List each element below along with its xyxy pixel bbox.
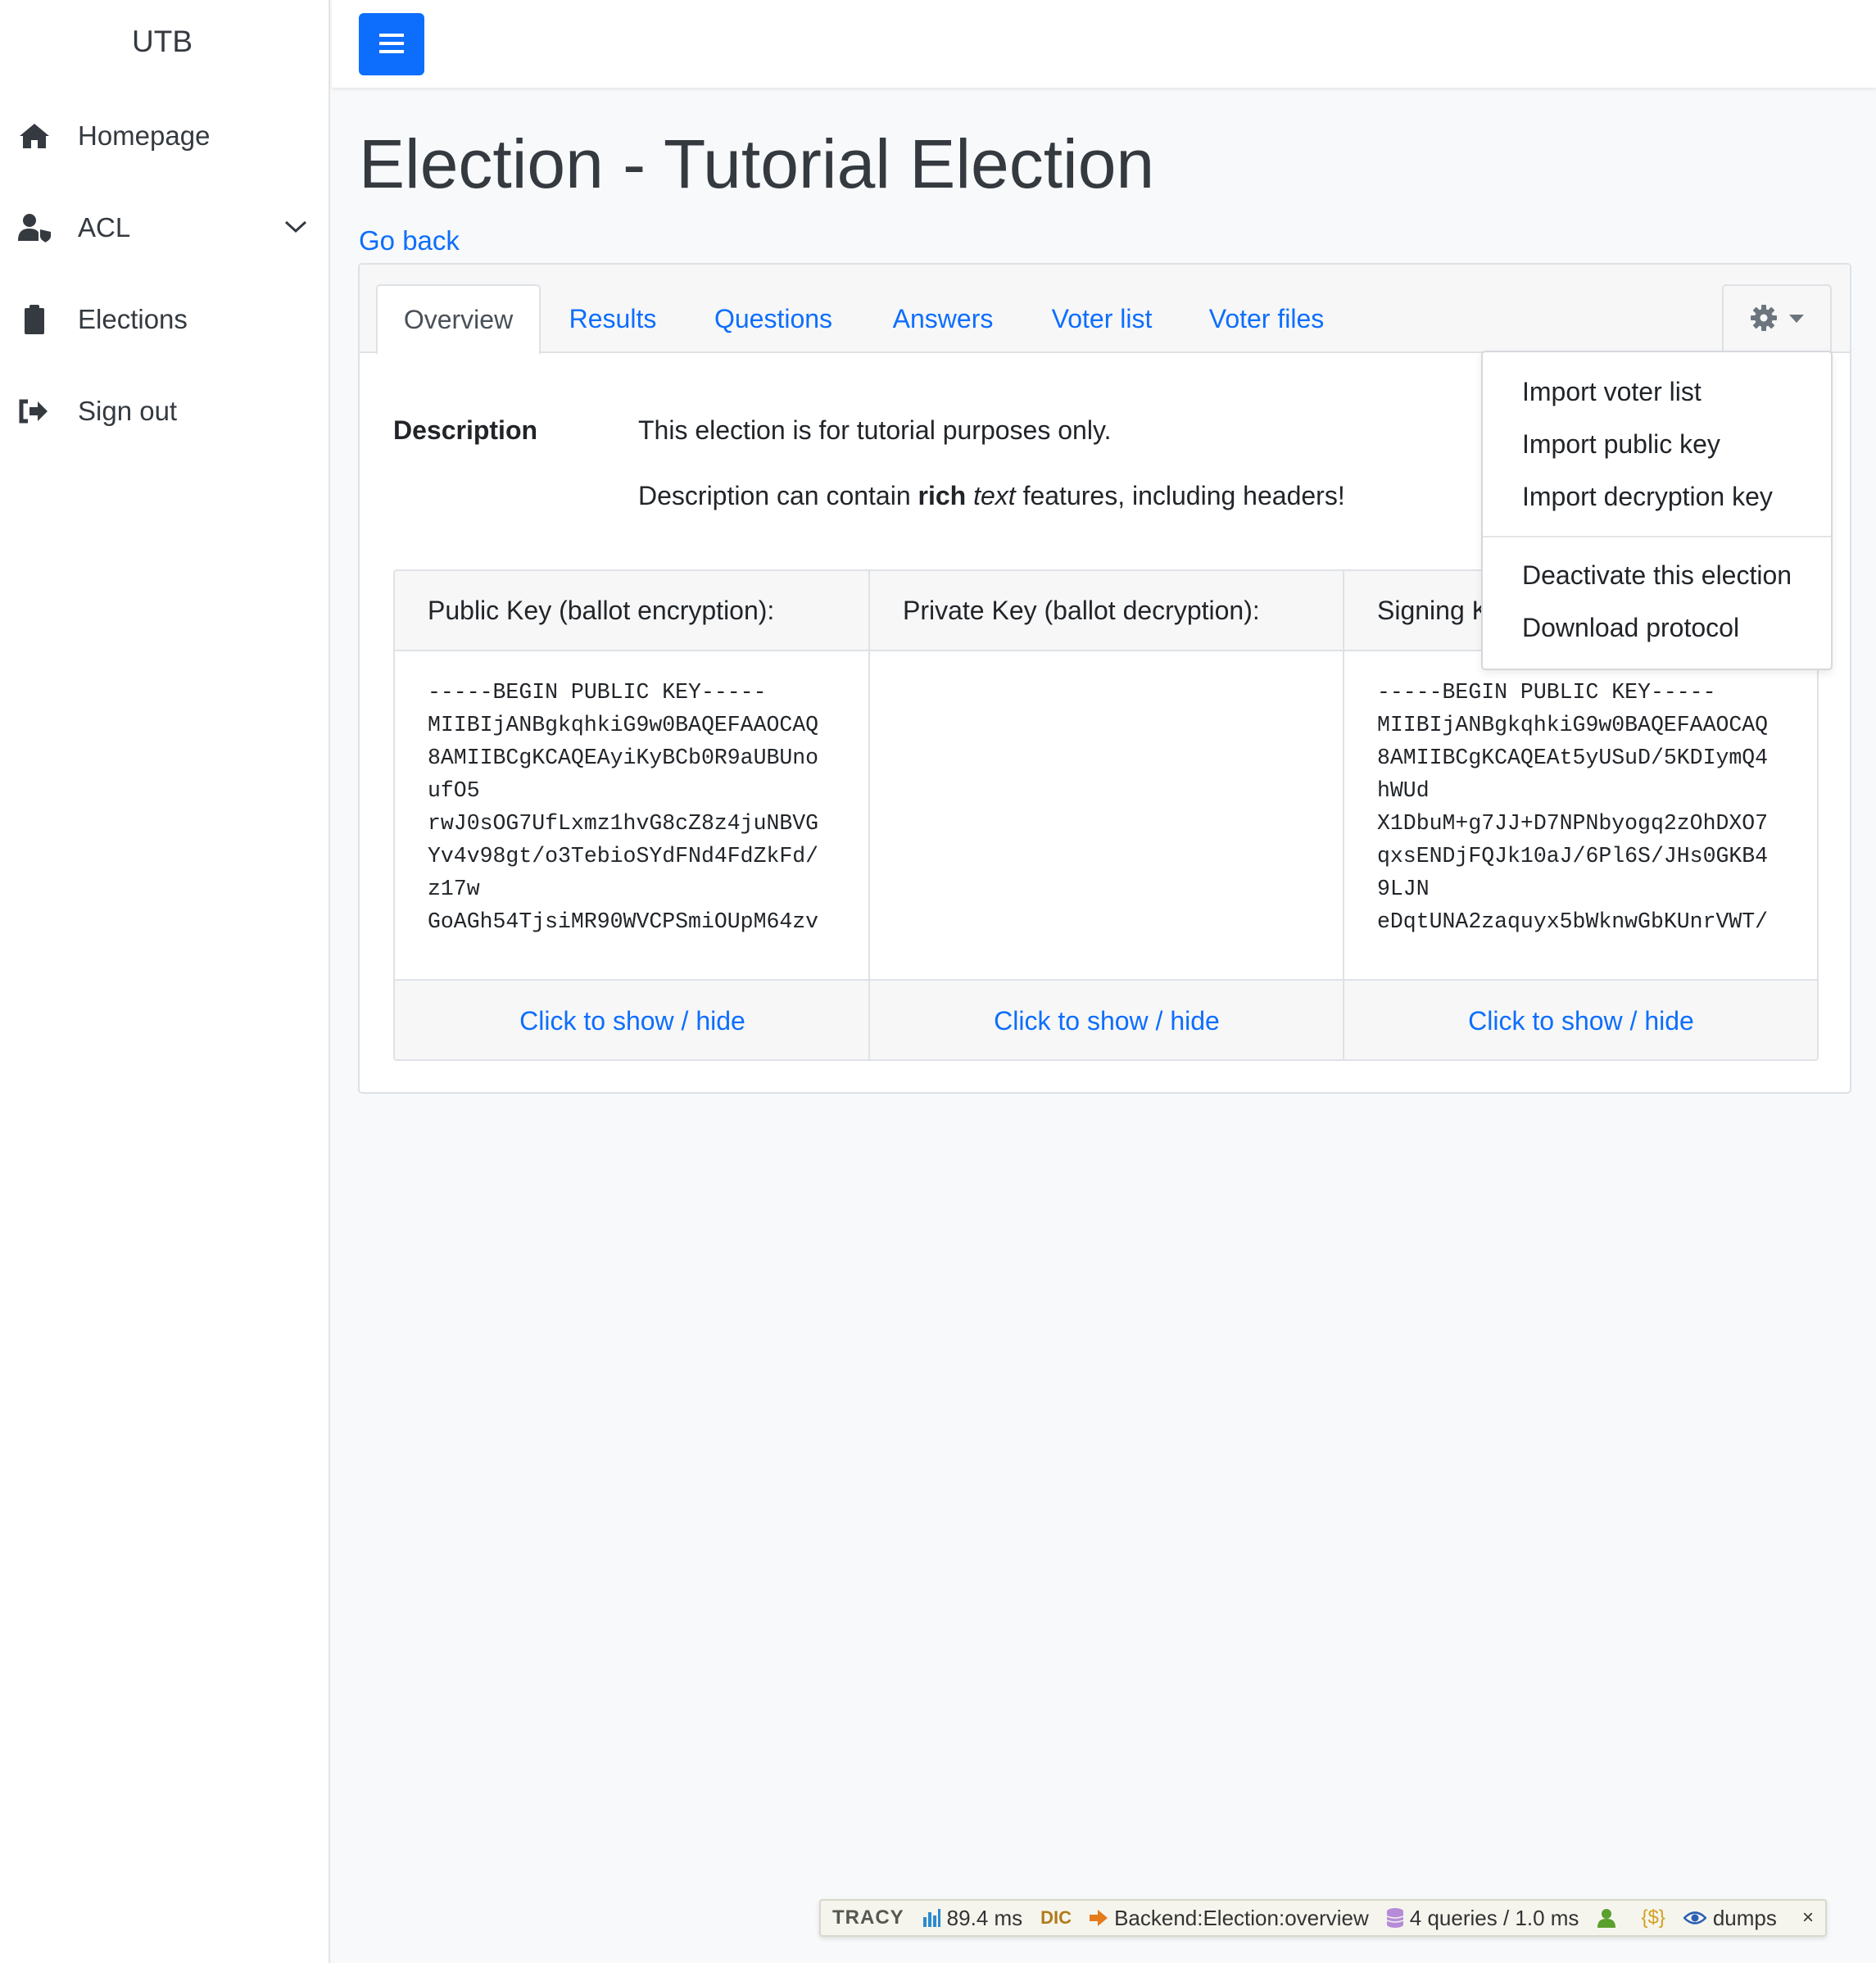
public-key-content: -----BEGIN PUBLIC KEY----- MIIBIjANBgkqh… (428, 680, 819, 934)
settings-dropdown-button[interactable] (1722, 284, 1832, 353)
tracy-time: 89.4 ms (946, 1905, 1023, 1930)
signing-key-toggle-link[interactable]: Click to show / hide (1344, 979, 1817, 1059)
description-text: This election is for tutorial purposes o… (638, 415, 1112, 445)
public-key-header: Public Key (ballot encryption): (395, 571, 870, 651)
bar-chart-icon (922, 1909, 940, 1927)
sidebar-item-homepage[interactable]: Homepage (0, 103, 324, 169)
tab-voter-list[interactable]: Voter list (1031, 284, 1172, 353)
import-public-key-item[interactable]: Import public key (1483, 418, 1831, 470)
tab-overview[interactable]: Overview (376, 284, 541, 355)
tab-answers[interactable]: Answers (874, 284, 1012, 353)
close-icon[interactable]: × (1802, 1906, 1814, 1929)
import-decryption-key-item[interactable]: Import decryption key (1483, 470, 1831, 523)
description-italic-text: text (973, 481, 1016, 510)
go-back-link[interactable]: Go back (359, 225, 460, 256)
description-text-part: Description can contain (638, 481, 918, 510)
user-icon (1597, 1909, 1616, 1928)
sidebar-item-label: Sign out (78, 396, 178, 426)
tracy-session-panel[interactable]: {$} (1641, 1906, 1665, 1929)
private-key-header: Private Key (ballot decryption): (870, 571, 1344, 651)
tracy-dumps: dumps (1712, 1905, 1777, 1930)
clipboard-icon (18, 305, 51, 334)
description-text-rich: Description can contain rich text featur… (638, 481, 1345, 511)
database-icon (1386, 1908, 1403, 1928)
hamburger-icon (379, 33, 404, 57)
private-key-column: Private Key (ballot decryption): Click t… (868, 571, 1344, 1059)
home-icon (18, 121, 51, 151)
import-voter-list-item[interactable]: Import voter list (1483, 365, 1831, 418)
gear-icon (1750, 304, 1778, 336)
download-protocol-item[interactable]: Download protocol (1483, 601, 1831, 654)
caret-down-icon (1789, 312, 1804, 327)
settings-dropdown-menu: Import voter list Import public key Impo… (1481, 351, 1833, 670)
description-text-part: features, including headers! (1015, 481, 1345, 510)
tracy-user-panel[interactable] (1597, 1908, 1623, 1928)
tracy-logo[interactable]: TRACY (832, 1906, 904, 1929)
sidebar: UTB Homepage ACL Elections Sign out (0, 0, 330, 1963)
di-container-icon: DIC (1040, 1907, 1072, 1928)
menu-toggle-button[interactable] (359, 13, 424, 75)
tab-voter-files[interactable]: Voter files (1189, 284, 1344, 353)
brand-logo[interactable]: UTB (0, 25, 324, 59)
sidebar-item-label: Homepage (78, 120, 211, 151)
tracy-queries: 4 queries / 1.0 ms (1409, 1905, 1579, 1930)
session-icon: {$} (1641, 1906, 1665, 1929)
dropdown-divider (1483, 536, 1831, 537)
sidebar-item-label: Elections (78, 304, 188, 334)
sidebar-item-label: ACL (78, 212, 131, 243)
tracy-debug-bar: TRACY 89.4 ms DIC Backend:Election:overv… (819, 1899, 1827, 1937)
tracy-presenter: Backend:Election:overview (1114, 1905, 1369, 1930)
tab-questions[interactable]: Questions (696, 284, 851, 353)
signing-key-content: -----BEGIN PUBLIC KEY----- MIIBIjANBgkqh… (1377, 680, 1769, 934)
eye-icon (1683, 1911, 1706, 1924)
tracy-di-panel[interactable]: DIC (1040, 1907, 1072, 1929)
tracy-time-panel[interactable]: 89.4 ms (922, 1905, 1023, 1931)
sign-out-icon (18, 397, 51, 426)
sidebar-item-acl[interactable]: ACL (0, 195, 324, 261)
public-key-toggle-link[interactable]: Click to show / hide (395, 979, 870, 1059)
tracy-dumps-panel[interactable]: dumps (1683, 1906, 1777, 1931)
private-key-toggle-link[interactable]: Click to show / hide (870, 979, 1344, 1059)
sidebar-item-sign-out[interactable]: Sign out (0, 379, 324, 444)
tracy-database-panel[interactable]: 4 queries / 1.0 ms (1386, 1905, 1579, 1931)
sidebar-item-elections[interactable]: Elections (0, 287, 324, 352)
top-navbar (332, 0, 1876, 88)
chevron-down-icon[interactable] (283, 216, 308, 236)
description-bold-text: rich (918, 481, 967, 510)
description-label: Description (393, 415, 538, 445)
deactivate-election-item[interactable]: Deactivate this election (1483, 549, 1831, 601)
page-title: Election - Tutorial Election (359, 125, 1155, 202)
presenter-arrow-icon (1090, 1910, 1108, 1926)
tab-results[interactable]: Results (553, 284, 673, 353)
public-key-column: Public Key (ballot encryption): -----BEG… (395, 571, 870, 1059)
tabs-bar: Overview Results Questions Answers Voter… (360, 265, 1850, 355)
user-shield-icon (18, 213, 51, 243)
tracy-presenter-panel[interactable]: Backend:Election:overview (1090, 1906, 1369, 1931)
